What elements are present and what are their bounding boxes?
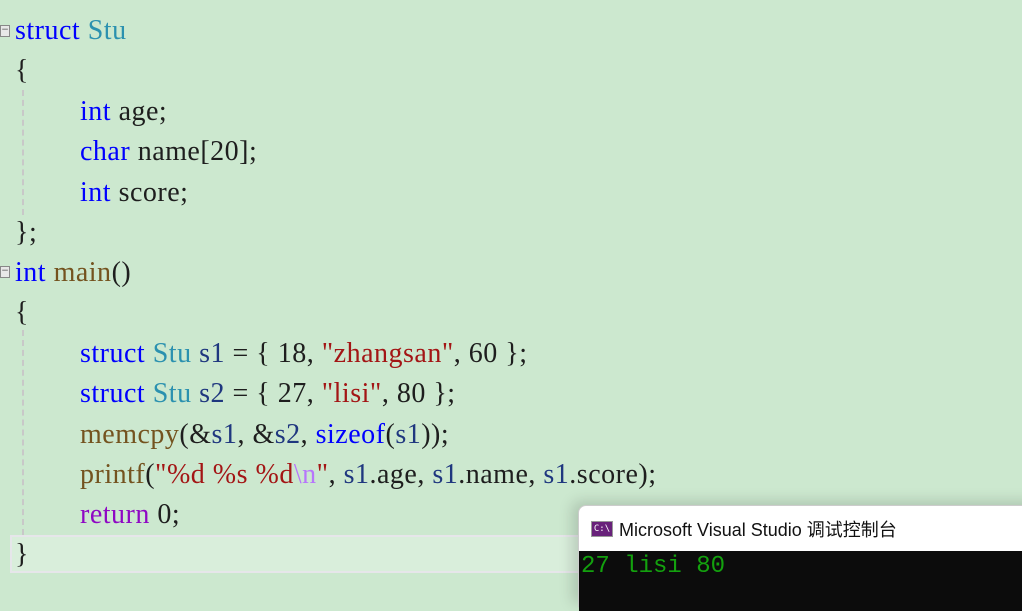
code-line: { [15, 55, 29, 86]
console-app-icon: C:\ [591, 521, 613, 537]
code-line: struct Stu [15, 15, 127, 46]
code-line: int main() [15, 257, 132, 288]
code-line: int age; [80, 96, 168, 127]
code-line: struct Stu s1 = { 18, "zhangsan", 60 }; [80, 338, 528, 369]
collapse-struct-icon[interactable]: − [0, 25, 10, 37]
code-line: } [15, 539, 29, 570]
code-line: struct Stu s2 = { 27, "lisi", 80 }; [80, 378, 456, 409]
code-line: char name[20]; [80, 136, 258, 167]
indent-guide [22, 90, 24, 215]
collapse-main-icon[interactable]: − [0, 266, 10, 278]
debug-console-window[interactable]: C:\ Microsoft Visual Studio 调试控制台 27 lis… [578, 505, 1022, 611]
code-line: return 0; [80, 499, 181, 530]
code-line: int score; [80, 177, 189, 208]
code-line: { [15, 297, 29, 328]
code-line: memcpy(&s1, &s2, sizeof(s1)); [80, 419, 450, 450]
console-title-bar[interactable]: C:\ Microsoft Visual Studio 调试控制台 [591, 516, 897, 542]
code-line: printf("%d %s %d\n", s1.age, s1.name, s1… [80, 459, 657, 490]
console-title: Microsoft Visual Studio 调试控制台 [619, 520, 897, 540]
console-output-area[interactable]: 27 lisi 80 [579, 551, 1022, 611]
code-line: }; [15, 217, 38, 248]
console-output-text: 27 lisi 80 [581, 553, 726, 580]
indent-guide [22, 330, 24, 535]
current-line-highlight [10, 535, 590, 573]
